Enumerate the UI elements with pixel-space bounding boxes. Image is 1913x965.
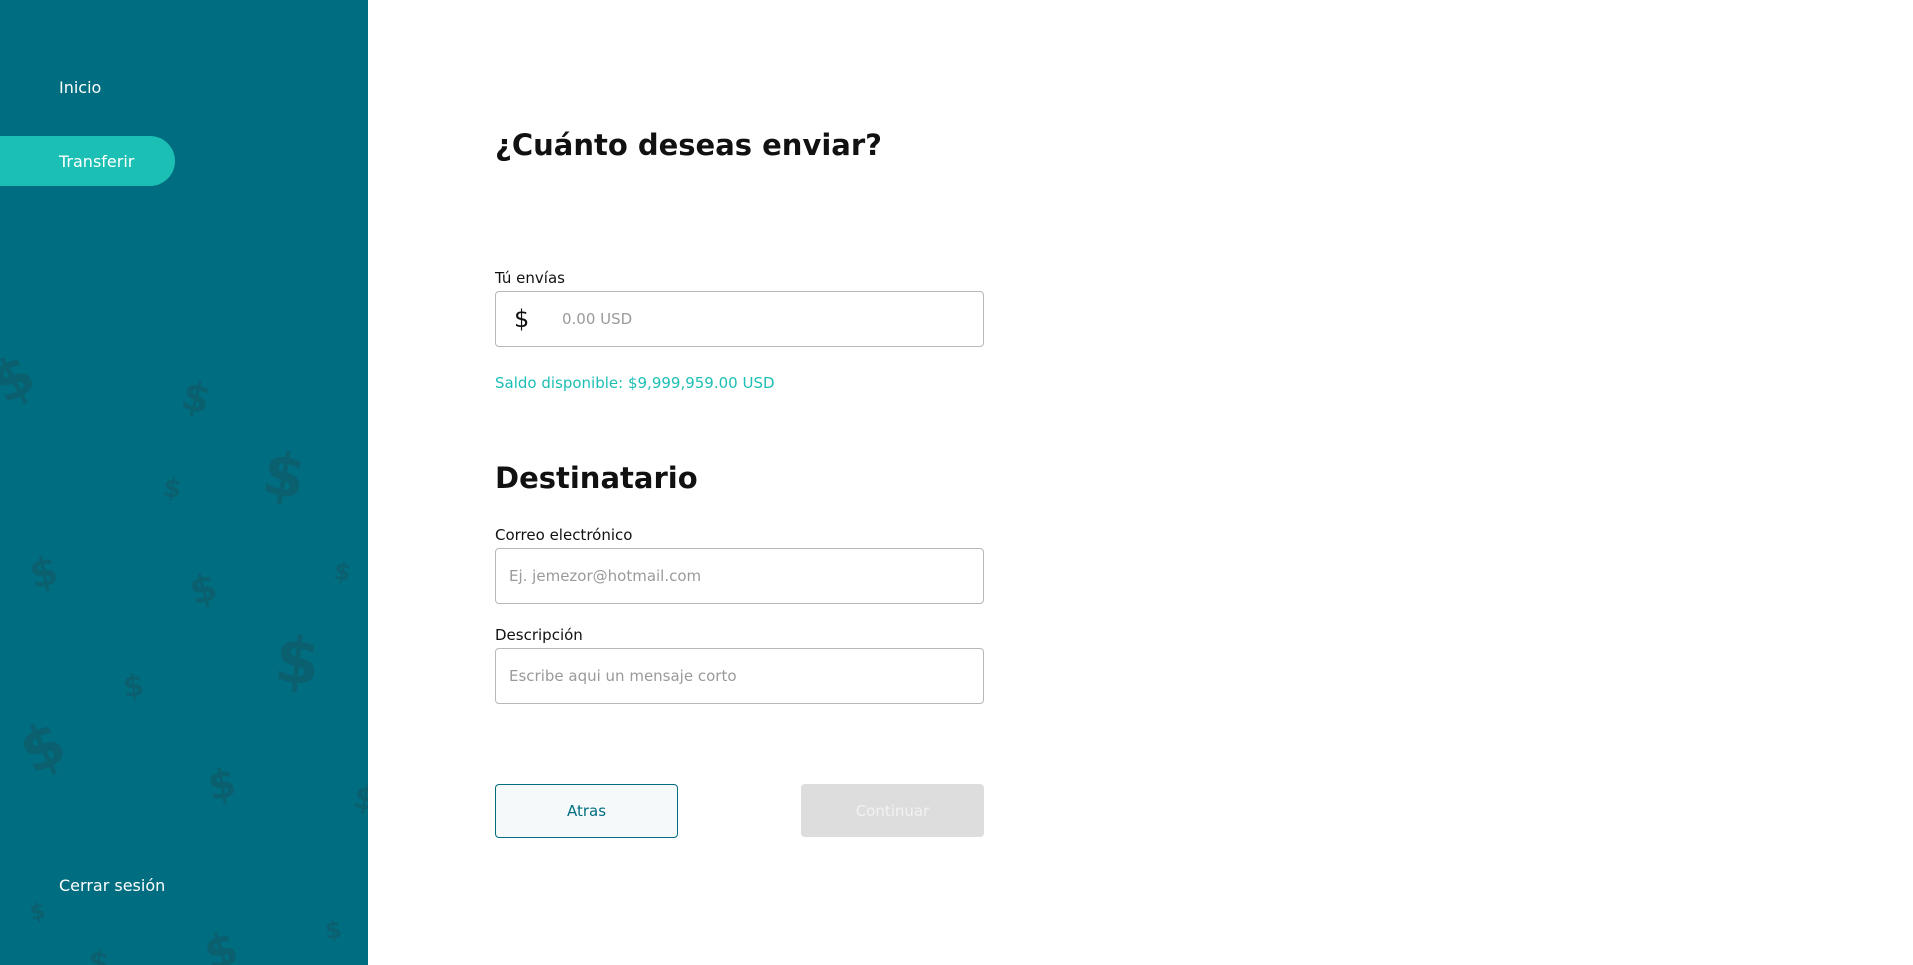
page-title: ¿Cuánto deseas enviar?	[495, 128, 882, 162]
email-label: Correo electrónico	[495, 526, 633, 544]
dollar-icon: $	[161, 472, 184, 506]
email-field[interactable]	[496, 549, 983, 603]
logout-button[interactable]: Cerrar sesión	[0, 860, 165, 910]
sidebar-item-label: Inicio	[59, 77, 102, 97]
dollar-icon: $	[0, 341, 46, 418]
recipient-title: Destinatario	[495, 461, 698, 495]
available-balance: Saldo disponible: $9,999,959.00 USD	[495, 374, 775, 392]
email-field-box	[495, 548, 984, 604]
amount-label: Tú envías	[495, 269, 565, 287]
description-field-box	[495, 648, 984, 704]
sidebar-item-inicio[interactable]: Inicio	[0, 62, 101, 112]
dollar-icon: $	[121, 668, 146, 705]
logout-label: Cerrar sesión	[59, 875, 166, 895]
dollar-icon: $	[257, 437, 311, 515]
sidebar-item-label: Transferir	[59, 151, 135, 171]
description-field[interactable]	[496, 649, 983, 703]
dollar-icon: $	[323, 915, 344, 945]
dollar-sign-icon: $	[514, 305, 530, 333]
amount-input[interactable]	[548, 292, 983, 346]
transfer-form: ¿Cuánto deseas enviar? Tú envías $ Saldo…	[368, 0, 1913, 965]
amount-field: $	[495, 291, 984, 347]
dollar-icon: $	[9, 707, 77, 789]
dollar-icon: $	[25, 547, 63, 599]
dollar-icon: $	[350, 777, 368, 819]
sidebar: $ $ $ $ $ $ $ $ $ $ $ $ $ $ $ $ Inicio T…	[0, 0, 368, 965]
sidebar-item-transferir[interactable]: Transferir	[0, 136, 175, 186]
continue-button[interactable]: Continuar	[801, 784, 984, 837]
dollar-icon: $	[331, 556, 354, 588]
dollar-icon: $	[197, 920, 245, 965]
dollar-icon: $	[204, 759, 240, 811]
dollar-icon: $	[271, 622, 324, 702]
description-label: Descripción	[495, 626, 583, 644]
back-button[interactable]: Atras	[495, 784, 678, 838]
dollar-icon: $	[184, 564, 222, 614]
dollar-icon: $	[86, 944, 111, 965]
dollar-icon: $	[176, 372, 216, 424]
